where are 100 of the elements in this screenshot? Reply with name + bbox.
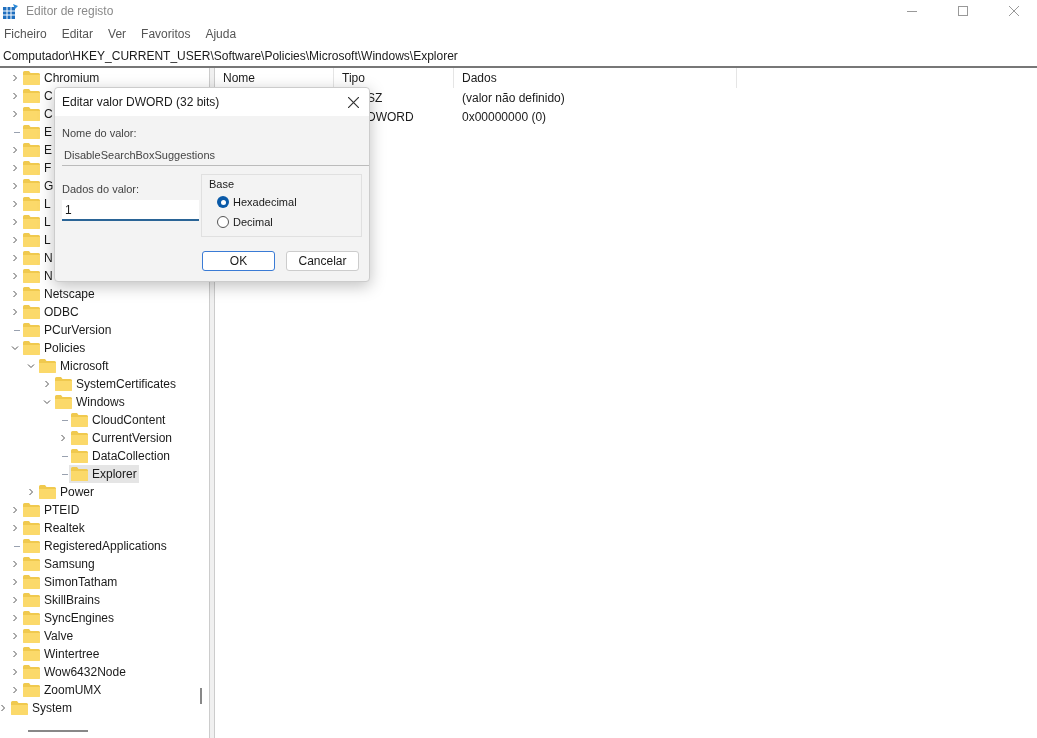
tree-item[interactable]: RegisteredApplications (21, 537, 169, 555)
chevron-right-icon[interactable] (11, 290, 19, 298)
tree-item[interactable]: Chromium (21, 69, 102, 87)
chevron-down-icon[interactable] (27, 362, 35, 370)
radio-option[interactable]: Decimal (209, 212, 354, 232)
close-icon[interactable] (348, 96, 359, 108)
tree-item[interactable]: SyncEngines (21, 609, 117, 627)
folder-icon (55, 395, 72, 409)
chevron-right-icon[interactable] (59, 434, 67, 442)
tree-item[interactable]: SystemCertificates (53, 375, 179, 393)
menu-item[interactable]: Ver (108, 25, 127, 43)
close-icon (1009, 6, 1019, 16)
tree-item[interactable]: N (21, 267, 55, 285)
tree-item[interactable]: Explorer (69, 465, 139, 483)
tree-item[interactable]: L (21, 195, 53, 213)
tree-item[interactable]: PCurVersion (21, 321, 114, 339)
tree-item[interactable]: SimonTatham (21, 573, 120, 591)
folder-icon (23, 161, 40, 175)
chevron-right-icon[interactable] (11, 614, 19, 622)
tree-item[interactable]: L (21, 231, 53, 249)
folder-icon (23, 323, 40, 337)
chevron-down-icon[interactable] (11, 344, 19, 352)
menu-item[interactable]: Ajuda (205, 25, 237, 43)
chevron-right-icon[interactable] (0, 704, 7, 712)
tree-item[interactable]: Netscape (21, 285, 97, 303)
chevron-right-icon[interactable] (43, 380, 51, 388)
tree-item[interactable]: SkillBrains (21, 591, 102, 609)
tree-item[interactable]: Power (37, 483, 96, 501)
chevron-right-icon[interactable] (11, 650, 19, 658)
folder-icon (23, 539, 40, 553)
radio-button[interactable] (217, 196, 229, 208)
chevron-right-icon[interactable] (11, 560, 19, 568)
tree-item[interactable]: CurrentVersion (69, 429, 175, 447)
folder-icon (23, 575, 40, 589)
chevron-right-icon[interactable] (11, 668, 19, 676)
value-data-field[interactable]: 1 (62, 200, 199, 221)
chevron-right-icon[interactable] (11, 218, 19, 226)
chevron-right-icon[interactable] (11, 182, 19, 190)
tree-item[interactable]: Policies (21, 339, 88, 357)
value-name-field[interactable]: DisableSearchBoxSuggestions (62, 145, 369, 166)
tree-item[interactable]: C (21, 87, 55, 105)
chevron-right-icon[interactable] (11, 146, 19, 154)
tree-item[interactable]: C (21, 105, 55, 123)
folder-icon (23, 269, 40, 283)
chevron-right-icon[interactable] (11, 308, 19, 316)
chevron-right-icon[interactable] (11, 164, 19, 172)
tree-item[interactable]: E (21, 123, 54, 141)
tree-item[interactable]: ODBC (21, 303, 81, 321)
tree-item[interactable]: PTEID (21, 501, 82, 519)
chevron-right-icon[interactable] (11, 254, 19, 262)
scrollbar-thumb[interactable] (28, 730, 88, 732)
folder-icon (23, 341, 40, 355)
menu-item[interactable]: Ficheiro (4, 25, 47, 43)
tree-item[interactable]: Windows (53, 393, 127, 411)
folder-icon (23, 647, 40, 661)
chevron-right-icon[interactable] (11, 596, 19, 604)
chevron-right-icon[interactable] (11, 200, 19, 208)
tree-item[interactable]: G (21, 177, 56, 195)
tree-item[interactable]: Samsung (21, 555, 97, 573)
menu-item[interactable]: Editar (61, 25, 94, 43)
tree-item[interactable]: Microsoft (37, 357, 111, 375)
folder-icon (23, 251, 40, 265)
chevron-right-icon[interactable] (11, 524, 19, 532)
dialog-button[interactable]: Cancelar (286, 250, 359, 271)
tree-item[interactable]: F (21, 159, 54, 177)
chevron-right-icon[interactable] (11, 110, 19, 118)
chevron-right-icon[interactable] (11, 578, 19, 586)
scrollbar-thumb[interactable] (200, 688, 202, 704)
tree-item[interactable]: Valve (21, 627, 76, 645)
chevron-right-icon[interactable] (11, 236, 19, 244)
radio-button[interactable] (217, 216, 229, 228)
tree-item[interactable]: System (9, 699, 74, 717)
column-header[interactable]: Dados (454, 68, 737, 88)
folder-icon (55, 377, 72, 391)
dialog-button[interactable]: OK (202, 250, 275, 271)
tree-item[interactable]: CloudContent (69, 411, 168, 429)
tree-item[interactable]: DataCollection (69, 447, 173, 465)
chevron-down-icon[interactable] (43, 398, 51, 406)
tree-item[interactable]: Wow6432Node (21, 663, 128, 681)
folder-icon (23, 197, 40, 211)
chevron-right-icon[interactable] (11, 632, 19, 640)
tree-item[interactable]: E (21, 141, 54, 159)
folder-icon (39, 359, 56, 373)
folder-icon (23, 125, 40, 139)
tree-item[interactable]: ZoomUMX (21, 681, 104, 699)
tree-item[interactable]: Realtek (21, 519, 87, 537)
tree-item[interactable]: N (21, 249, 55, 267)
folder-icon (23, 503, 40, 517)
chevron-right-icon[interactable] (11, 686, 19, 694)
chevron-right-icon[interactable] (27, 488, 35, 496)
chevron-right-icon[interactable] (11, 74, 19, 82)
chevron-right-icon[interactable] (11, 506, 19, 514)
menu-item[interactable]: Favoritos (141, 25, 191, 43)
tree-item[interactable]: L (21, 213, 53, 231)
chevron-right-icon[interactable] (11, 92, 19, 100)
folder-icon (71, 467, 88, 481)
folder-icon (23, 179, 40, 193)
radio-option[interactable]: Hexadecimal (209, 192, 354, 212)
chevron-right-icon[interactable] (11, 272, 19, 280)
tree-item[interactable]: Wintertree (21, 645, 102, 663)
